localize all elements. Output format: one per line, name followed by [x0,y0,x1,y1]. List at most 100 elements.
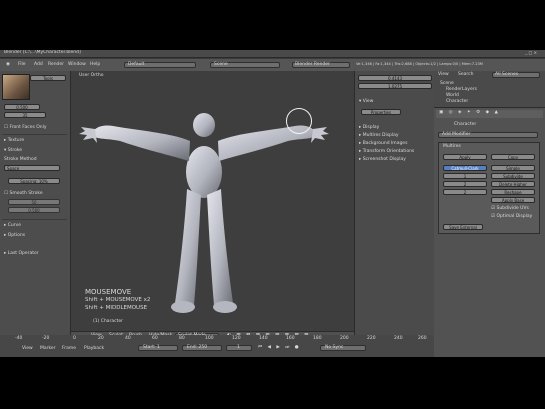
outliner-item-world[interactable]: World [446,93,459,99]
divider [2,134,67,135]
properties-button[interactable]: Properties [361,109,401,115]
smooth-stroke-checkbox[interactable]: ☐ Smooth Stroke [4,191,43,196]
strength-slider[interactable]: 0.500 [4,104,40,110]
value-field-2[interactable]: 1.0275 [358,83,432,89]
stroke-panel[interactable]: ▾ Stroke [4,148,22,153]
brush-selector[interactable]: Tools [30,75,66,81]
start-frame-field[interactable]: Start: 1 [138,345,178,351]
menu-file[interactable]: File [18,62,26,68]
mesh-right-foot [213,301,237,313]
tool-shelf: Tools 0.500 35 ☐ Front Faces Only ▸ Text… [0,71,71,336]
window-controls[interactable]: _ □ × [525,51,537,55]
current-frame-field[interactable]: 1 [226,345,252,351]
object-status: (1) Character [93,319,124,324]
tick-label: 80 [179,336,185,341]
menu-window[interactable]: Window [68,62,86,68]
outliner-display-mode[interactable]: All Scenes [492,72,540,78]
render-engine-select[interactable]: Blender Render [292,62,350,68]
smooth-factor-slider[interactable]: 0.500 [8,207,60,213]
simple-button[interactable]: Simple [491,165,535,171]
optimal-display-checkbox[interactable]: ☑ Optimal Display [491,214,532,220]
preview-levels[interactable]: 1 [443,173,487,179]
options-panel[interactable]: ▸ Options [4,233,25,238]
playback-controls[interactable]: ⏮ ◀ ▶ ⏭ ● [258,345,301,351]
multires-modifier-panel: Multires Apply Copy Catmull-Clark Simple… [438,142,540,234]
outliner-item-scene[interactable]: Scene [440,81,454,87]
brush-thumbnail[interactable] [2,74,30,100]
sculpt-levels[interactable]: 2 [443,181,487,187]
properties-tab-icons[interactable]: ▣ ◎ ◈ ✦ ⚙ ◆ ▲ [439,110,500,116]
scene-stats: Ve:1,346 | Fa:1,344 | Tris:2,688 | Objec… [356,62,483,66]
tick-label: 260 [418,336,427,341]
apply-button[interactable]: Apply [443,154,487,160]
value-field-1[interactable]: 0.4143 [358,75,432,81]
add-modifier-button[interactable]: Add Modifier [438,132,538,138]
spacing-slider[interactable]: Spacing: 10% [8,178,60,184]
render-levels[interactable]: 2 [443,189,487,195]
tick-label: 220 [367,336,376,341]
tick-label: -20 [42,336,50,341]
tick-label: 180 [313,336,322,341]
tick-label: 20 [98,336,104,341]
subdivide-uvs-checkbox[interactable]: ☑ Subdivide UVs [491,206,529,212]
menu-add[interactable]: Add [34,62,43,68]
tick-label: 160 [286,336,295,341]
brush-cursor-circle [286,108,312,134]
last-operator-panel[interactable]: ▸ Last Operator [4,251,39,256]
scene-selector[interactable]: Scene [210,62,280,68]
background-images-panel[interactable]: ▸ Background Images [359,141,407,146]
modifier-name[interactable]: Multires [443,144,461,150]
timeline-menu-frame[interactable]: Frame [62,346,76,352]
properties-tabs[interactable]: ▣ ◎ ◈ ✦ ⚙ ◆ ▲ [436,110,543,118]
sync-mode-select[interactable]: No Sync [320,345,366,351]
tick-label: 140 [259,336,268,341]
key-overlay-2: Shift + MOUSEMOVE x2 [85,297,151,303]
outliner-search-menu[interactable]: Search [458,72,473,78]
copy-button[interactable]: Copy [491,154,535,160]
subdivide-button[interactable]: Subdivide [491,173,535,179]
transform-orientations-panel[interactable]: ▸ Transform Orientations [359,149,414,154]
blender-window: Blender [C:\...\MyCharacter.blend] _ □ ×… [0,50,545,357]
tick-label: 240 [394,336,403,341]
timeline-menu-playback[interactable]: Playback [84,346,104,352]
mesh-left-arm [92,125,190,161]
smooth-radius-slider[interactable]: 50 [8,199,60,205]
tick-label: 100 [205,336,214,341]
blender-logo-icon[interactable]: ◉ [6,62,10,68]
timeline-menu-marker[interactable]: Marker [40,346,56,352]
curve-panel[interactable]: ▸ Curve [4,223,21,228]
menu-render[interactable]: Render [48,62,64,68]
timeline-menu-view[interactable]: View [22,346,33,352]
key-overlay-3: Shift + MIDDLEMOUSE [85,305,148,311]
outliner-view-menu[interactable]: View [438,72,449,78]
mesh-left-hand [79,127,97,143]
delete-higher-button[interactable]: Delete Higher [491,181,535,187]
properties-editor: ▣ ◎ ◈ ✦ ⚙ ◆ ▲ Character Add Modifier Mul… [434,108,545,357]
properties-editor-bottom [434,335,545,357]
display-panel[interactable]: ▸ Display [359,125,379,130]
outliner-item-character[interactable]: Character [446,99,468,105]
outliner-item-renderlayers[interactable]: RenderLayers [446,87,477,93]
multires-display-panel[interactable]: ▸ Multires Display [359,133,399,138]
radius-slider[interactable]: 35 [4,112,46,118]
stroke-method-label: Stroke Method [4,157,37,162]
object-name: Character [454,122,477,127]
apply-base-button[interactable]: Apply Base [491,197,535,203]
layout-selector[interactable]: Default [124,62,196,68]
end-frame-field[interactable]: End: 250 [182,345,222,351]
screenshot-display-panel[interactable]: ▸ Screenshot Display [359,157,406,162]
tick-label: 0 [73,336,76,341]
outliner: View Search All Scenes Scene RenderLayer… [434,71,545,108]
view-panel[interactable]: ▾ View [359,99,373,104]
reshape-button[interactable]: Reshape [491,189,535,195]
3d-viewport[interactable]: User Ortho MOUSEMOVE Shift + MOUSEMOVE x… [71,71,354,331]
front-faces-only-checkbox[interactable]: ☐ Front Faces Only [4,125,47,130]
info-header: Blender [C:\...\MyCharacter.blend] _ □ × [0,50,545,58]
menu-help[interactable]: Help [90,62,100,68]
stroke-method-select[interactable]: Space [4,165,60,171]
catmull-clark-button[interactable]: Catmull-Clark [443,165,487,171]
mesh-left-foot [171,301,195,313]
save-external-button[interactable]: Save External [443,224,483,230]
tick-label: -40 [15,336,23,341]
texture-panel[interactable]: ▸ Texture [4,138,24,143]
